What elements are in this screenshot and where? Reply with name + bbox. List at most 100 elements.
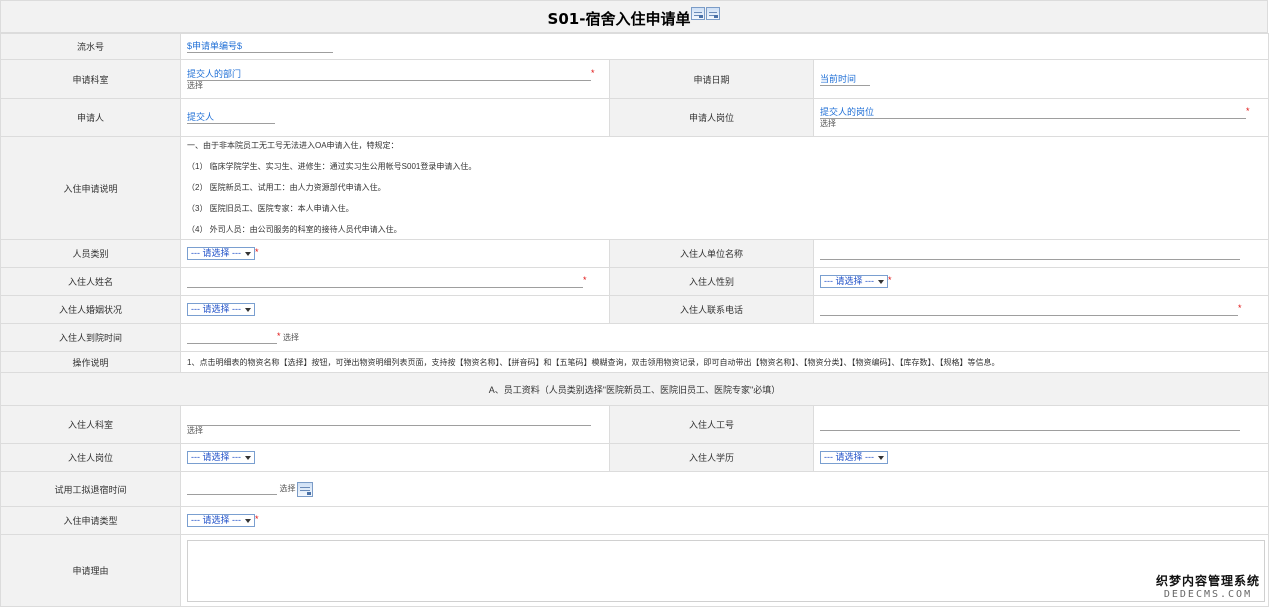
watermark: 织梦内容管理系统 DEDECMS.COM xyxy=(1156,572,1260,600)
watermark-text: 织梦内容管理系统 xyxy=(1155,574,1260,588)
apply-type-label: 入住申请类型 xyxy=(0,506,181,535)
applicant-post-cell: 提交人的岗位 * 选择 xyxy=(813,98,1269,137)
row-name-gender: 入住人姓名 * 入住人性别 --- 请选择 --- * xyxy=(0,267,1269,296)
occupant-post-cell: --- 请选择 --- xyxy=(180,443,610,472)
row-dept-date: 申请科室 提交人的部门 * 选择 申请日期 当前时间 xyxy=(0,59,1269,99)
apply-date-field[interactable]: 当前时间 xyxy=(820,73,870,86)
instruction-line: 一、由于非本院员工无工号无法进入OA申请入住，特规定： xyxy=(187,141,399,150)
serial-label: 流水号 xyxy=(0,33,181,60)
reason-label: 申请理由 xyxy=(0,534,181,607)
section-a-title: A、员工资料（人员类别选择"医院新员工、医院旧员工、医院专家"必填） xyxy=(0,372,1269,406)
trial-time-cell: 选择 xyxy=(180,471,1269,507)
required-mark: * xyxy=(1246,106,1250,116)
trial-time-select-link[interactable]: 选择 xyxy=(280,483,296,492)
serial-cell: $申请单编号$ xyxy=(180,33,1269,60)
reason-cell xyxy=(180,534,1269,607)
required-mark: * xyxy=(254,247,259,257)
chevron-down-icon xyxy=(244,307,251,312)
person-type-select[interactable]: --- 请选择 --- xyxy=(187,247,255,260)
unit-name-label: 入住人单位名称 xyxy=(609,239,814,268)
occupant-name-field[interactable] xyxy=(187,275,583,288)
occupant-dept-select-link[interactable]: 选择 xyxy=(187,426,609,436)
marital-select[interactable]: --- 请选择 --- xyxy=(187,303,255,316)
instructions-label: 入住申请说明 xyxy=(0,136,181,240)
form-title-bar: S01-宿舍入住申请单 xyxy=(0,0,1268,33)
row-arrival: 入住人到院时间 * 选择 xyxy=(0,323,1269,352)
print-doc-icon[interactable] xyxy=(691,7,706,20)
applicant-post-field[interactable]: 提交人的岗位 xyxy=(820,106,1246,119)
unit-name-field[interactable] xyxy=(820,247,1240,260)
chevron-down-icon xyxy=(244,455,251,460)
title-icons xyxy=(690,7,721,20)
row-reason: 申请理由 xyxy=(0,534,1269,607)
applicant-field[interactable]: 提交人 xyxy=(187,111,275,124)
dept-field[interactable]: 提交人的部门 xyxy=(187,68,591,81)
arrival-field[interactable] xyxy=(187,331,277,344)
occupant-id-label: 入住人工号 xyxy=(609,405,814,444)
watermark-url: DEDECMS.COM xyxy=(1163,589,1253,600)
instruction-line: （4） 外司人员：由公司服务的科室的接待人员代申请入住。 xyxy=(187,225,402,234)
phone-label: 入住人联系电话 xyxy=(609,295,814,324)
applicant-post-label: 申请人岗位 xyxy=(609,98,814,137)
row-post-edu: 入住人岗位 --- 请选择 --- 入住人学历 --- 请选择 --- xyxy=(0,443,1269,472)
row-section-a: A、员工资料（人员类别选择"医院新员工、医院旧员工、医院专家"必填） xyxy=(0,372,1269,406)
reason-textarea[interactable] xyxy=(187,540,1265,602)
person-type-cell: --- 请选择 --- * xyxy=(180,239,610,268)
row-operation: 操作说明 1、点击明细表的物资名称【选择】按钮，可弹出物资明细列表页面，支持按【… xyxy=(0,351,1269,373)
required-mark: * xyxy=(887,275,892,285)
row-instructions: 入住申请说明 一、由于非本院员工无工号无法进入OA申请入住，特规定： （1） 临… xyxy=(0,136,1269,240)
dorm-application-form: 流水号 $申请单编号$ 申请科室 提交人的部门 * 选择 申请日期 当前时间 申请… xyxy=(0,33,1269,607)
arrival-label: 入住人到院时间 xyxy=(0,323,181,352)
applicant-post-select-link[interactable]: 选择 xyxy=(820,119,1268,129)
applicant-label: 申请人 xyxy=(0,98,181,137)
instruction-line: （2） 医院新员工、试用工：由人力资源部代申请入住。 xyxy=(187,183,386,192)
required-mark: * xyxy=(583,275,587,285)
export-doc-icon[interactable] xyxy=(706,7,721,20)
row-occ-dept-id: 入住人科室 选择 入住人工号 xyxy=(0,405,1269,444)
apply-type-cell: --- 请选择 --- * xyxy=(180,506,1269,535)
occupant-gender-select[interactable]: --- 请选择 --- xyxy=(820,275,888,288)
chevron-down-icon xyxy=(877,279,884,284)
occupant-dept-label: 入住人科室 xyxy=(0,405,181,444)
row-person-type: 人员类别 --- 请选择 --- * 入住人单位名称 xyxy=(0,239,1269,268)
unit-name-cell xyxy=(813,239,1269,268)
occupant-edu-label: 入住人学历 xyxy=(609,443,814,472)
row-marital-phone: 入住人婚姻状况 --- 请选择 --- 入住人联系电话 * xyxy=(0,295,1269,324)
dept-label: 申请科室 xyxy=(0,59,181,99)
occupant-dept-field[interactable] xyxy=(187,413,591,426)
occupant-edu-cell: --- 请选择 --- xyxy=(813,443,1269,472)
dept-select-link[interactable]: 选择 xyxy=(187,81,609,91)
occupant-name-cell: * xyxy=(180,267,610,296)
apply-type-select[interactable]: --- 请选择 --- xyxy=(187,514,255,527)
chevron-down-icon xyxy=(244,251,251,256)
calendar-icon[interactable] xyxy=(296,481,313,497)
chevron-down-icon xyxy=(877,455,884,460)
apply-date-label: 申请日期 xyxy=(609,59,814,99)
trial-time-field[interactable] xyxy=(187,482,277,495)
row-serial: 流水号 $申请单编号$ xyxy=(0,33,1269,60)
phone-field[interactable] xyxy=(820,303,1238,316)
apply-date-cell: 当前时间 xyxy=(813,59,1269,99)
occupant-name-label: 入住人姓名 xyxy=(0,267,181,296)
instructions-cell: 一、由于非本院员工无工号无法进入OA申请入住，特规定： （1） 临床学院学生、实… xyxy=(180,136,1269,240)
arrival-select-link[interactable]: 选择 xyxy=(283,333,299,342)
person-type-label: 人员类别 xyxy=(0,239,181,268)
instruction-line: （1） 临床学院学生、实习生、进修生：通过实习生公用帐号S001登录申请入住。 xyxy=(187,162,477,171)
required-mark: * xyxy=(1238,303,1242,313)
occupant-gender-label: 入住人性别 xyxy=(609,267,814,296)
marital-label: 入住人婚姻状况 xyxy=(0,295,181,324)
row-applicant: 申请人 提交人 申请人岗位 提交人的岗位 * 选择 xyxy=(0,98,1269,137)
marital-cell: --- 请选择 --- xyxy=(180,295,610,324)
operation-label: 操作说明 xyxy=(0,351,181,373)
occupant-id-field[interactable] xyxy=(820,418,1240,431)
occupant-edu-select[interactable]: --- 请选择 --- xyxy=(820,451,888,464)
serial-field[interactable]: $申请单编号$ xyxy=(187,40,333,53)
required-mark: * xyxy=(277,331,281,341)
occupant-post-select[interactable]: --- 请选择 --- xyxy=(187,451,255,464)
phone-cell: * xyxy=(813,295,1269,324)
occupant-gender-cell: --- 请选择 --- * xyxy=(813,267,1269,296)
occupant-dept-cell: 选择 xyxy=(180,405,610,444)
arrival-cell: * 选择 xyxy=(180,323,1269,352)
occupant-id-cell xyxy=(813,405,1269,444)
occupant-post-label: 入住人岗位 xyxy=(0,443,181,472)
